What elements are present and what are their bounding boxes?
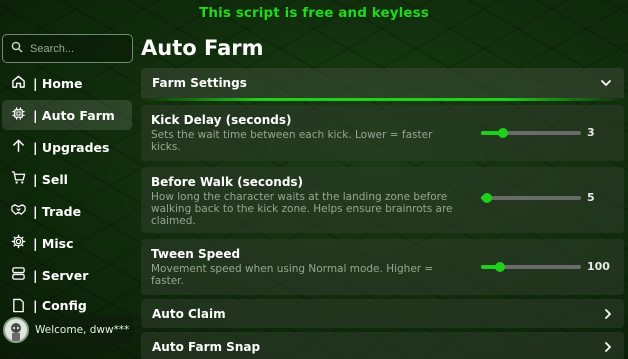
sidebar-nav: | Home | Auto Farm | Upgrades | Sell | T… [2, 68, 132, 318]
sidebar-item-misc[interactable]: | Misc [2, 228, 132, 258]
sidebar-item-label: | Config [33, 298, 87, 313]
setting-tween-speed: Tween Speed Movement speed when using No… [141, 239, 624, 295]
arrow-up-icon [11, 138, 26, 156]
sidebar: | Home | Auto Farm | Upgrades | Sell | T… [0, 30, 136, 359]
sidebar-item-upgrades[interactable]: | Upgrades [2, 132, 132, 162]
chevron-right-icon [602, 341, 614, 353]
setting-description: Movement speed when using Normal mode. H… [151, 263, 434, 287]
page-title: Auto Farm [141, 36, 264, 60]
setting-before-walk: Before Walk (seconds) How long the chara… [141, 167, 624, 233]
sidebar-item-label: | Trade [33, 203, 82, 219]
tween-speed-slider[interactable] [481, 262, 581, 272]
sidebar-item-sell[interactable]: | Sell [2, 164, 132, 194]
sidebar-item-home[interactable]: | Home [2, 68, 132, 98]
chevron-right-icon [602, 308, 614, 320]
sidebar-item-label: | Server [33, 267, 89, 283]
home-icon [11, 74, 26, 92]
row-label: Auto Farm Snap [152, 339, 261, 354]
sidebar-item-label: | Misc [33, 235, 74, 251]
sidebar-item-auto-farm[interactable]: | Auto Farm [2, 100, 132, 130]
sidebar-item-label: | Home [33, 75, 83, 91]
sidebar-item-label: | Upgrades [33, 139, 110, 155]
cart-icon [11, 170, 26, 188]
search-input[interactable] [30, 42, 125, 55]
sidebar-item-label: | Auto Farm [33, 107, 115, 123]
slider-value: 100 [587, 260, 610, 273]
sidebar-item-config[interactable]: | Config [2, 292, 132, 316]
row-auto-farm-snap[interactable]: Auto Farm Snap [141, 332, 624, 359]
row-label: Auto Claim [152, 306, 226, 321]
sidebar-item-server[interactable]: | Server [2, 260, 132, 290]
cpu-icon [11, 106, 26, 124]
sidebar-item-trade[interactable]: | Trade [2, 196, 132, 226]
server-icon [11, 266, 26, 284]
search-icon [11, 40, 23, 58]
main-content: Farm Settings Kick Delay (seconds) Sets … [141, 68, 624, 359]
setting-title: Tween Speed [151, 247, 241, 261]
user-welcome: Welcome, dww*** [3, 316, 133, 344]
row-auto-claim[interactable]: Auto Claim [141, 299, 624, 328]
section-header-farm-settings[interactable]: Farm Settings [141, 68, 624, 98]
setting-description: Sets the wait time between each kick. Lo… [151, 129, 433, 153]
file-icon [11, 298, 26, 316]
setting-kick-delay: Kick Delay (seconds) Sets the wait time … [141, 105, 624, 161]
section-underline [141, 98, 624, 101]
search-box[interactable] [2, 34, 133, 63]
slider-knob[interactable] [482, 193, 492, 203]
slider-value: 3 [587, 126, 595, 139]
top-banner: This script is free and keyless [0, 0, 628, 26]
slider-value: 5 [587, 191, 595, 204]
setting-title: Kick Delay (seconds) [151, 113, 292, 127]
sidebar-item-label: | Sell [33, 171, 68, 187]
kick-delay-slider[interactable] [481, 128, 581, 138]
setting-description: How long the character waits at the land… [151, 191, 453, 227]
chevron-down-icon [600, 77, 612, 89]
setting-title: Before Walk (seconds) [151, 175, 304, 189]
slider-knob[interactable] [495, 262, 505, 272]
banner-text: This script is free and keyless [199, 5, 429, 21]
slider-knob[interactable] [498, 128, 508, 138]
handshake-icon [11, 202, 26, 220]
before-walk-slider[interactable] [481, 193, 581, 203]
welcome-text: Welcome, dww*** [35, 324, 130, 336]
section-title: Farm Settings [152, 76, 247, 90]
avatar [3, 317, 29, 343]
gear-icon [11, 234, 26, 252]
